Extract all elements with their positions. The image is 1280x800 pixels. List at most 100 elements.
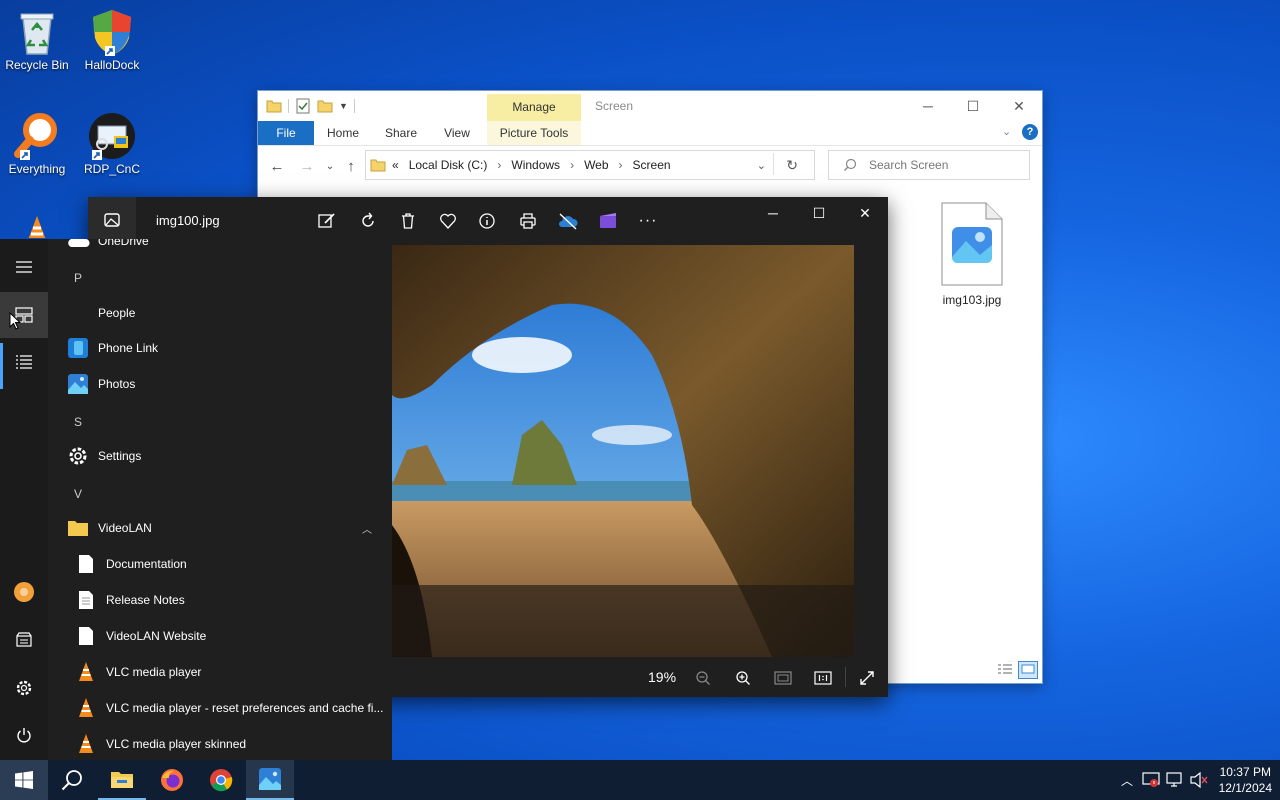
up-button[interactable]: ↑ [339,155,363,179]
favorite-button[interactable] [436,209,460,233]
zoom-out-button[interactable] [692,667,714,689]
search-button[interactable] [48,760,96,800]
show-hidden-icons-button[interactable]: ︿ [1118,760,1136,800]
app-item-release-notes[interactable]: Release Notes [48,582,392,618]
new-folder-icon[interactable] [317,98,333,114]
back-button[interactable]: ← [265,155,289,179]
delete-button[interactable] [396,209,420,233]
desktop-icon-vlc-partial[interactable] [0,214,77,238]
user-account-button[interactable] [0,569,48,615]
letter-header-p[interactable]: P [74,271,82,285]
ribbon-tab-home[interactable]: Home [320,121,366,145]
app-item-vlc-media-player[interactable]: VLC media player [48,654,392,690]
ribbon-tab-share[interactable]: Share [378,121,424,145]
search-box[interactable]: Search Screen [828,150,1030,180]
breadcrumb-web[interactable]: Web [584,158,608,172]
app-label: Release Notes [106,593,185,607]
close-button[interactable]: ✕ [842,197,888,229]
breadcrumb-separator[interactable]: › [497,158,501,172]
tiles-view-button[interactable] [0,292,48,338]
breadcrumb-windows[interactable]: Windows [511,158,560,172]
taskbar-chrome[interactable] [197,760,245,800]
letter-header-s[interactable]: S [74,415,82,429]
print-button[interactable] [516,209,540,233]
taskbar-file-explorer[interactable] [98,760,146,800]
minimize-button[interactable]: ─ [750,197,796,229]
system-clock[interactable]: 10:37 PM 12/1/2024 [1219,764,1272,796]
maximize-button[interactable]: ☐ [950,91,996,121]
network-button[interactable] [1164,760,1186,800]
photos-app-button[interactable] [88,197,136,245]
app-item-vlc-skinned[interactable]: VLC media player skinned [48,726,392,760]
breadcrumb-separator[interactable]: › [619,158,623,172]
start-rail [0,239,48,760]
edit-image-button[interactable] [315,209,339,233]
gear-icon [66,444,90,468]
maximize-button[interactable]: ☐ [796,197,842,229]
network-icon [1166,772,1182,787]
rotate-button[interactable] [356,209,380,233]
desktop-icon-hallodock[interactable]: HalloDock [72,8,152,72]
file-info-button[interactable] [475,209,499,233]
app-item-vlc-reset[interactable]: VLC media player - reset preferences and… [48,690,392,726]
tray-app-icon[interactable] [1140,760,1162,800]
video-editor-button[interactable] [596,209,620,233]
photo-canvas[interactable] [392,245,854,657]
expand-menu-button[interactable] [0,244,48,290]
address-bar[interactable]: « Local Disk (C:) › Windows › Web › Scre… [365,150,815,180]
app-item-settings[interactable]: Settings [48,438,392,474]
full-screen-button[interactable] [856,667,878,689]
all-apps-button[interactable] [0,339,48,385]
ribbon-tab-view[interactable]: View [434,121,480,145]
breadcrumb-overflow[interactable]: « [392,158,399,172]
app-item-phone-link[interactable]: Phone Link [48,330,392,366]
properties-check-icon[interactable] [295,98,311,114]
volume-button[interactable] [1188,760,1210,800]
chevron-down-icon[interactable]: ⌄ [1002,125,1011,138]
settings-button[interactable] [0,665,48,711]
minimize-button[interactable]: ─ [905,91,951,121]
recycle-bin-icon [20,13,54,55]
shield-icon [93,10,131,56]
onedrive-sync-button[interactable] [556,209,580,233]
more-options-button[interactable]: ··· [636,209,660,233]
file-item[interactable]: img103.jpg [928,201,1016,307]
letter-header-v[interactable]: V [74,487,82,501]
ribbon-tab-picture-tools[interactable]: Picture Tools [487,121,581,145]
ribbon-tab-manage[interactable]: Manage [487,94,581,121]
start-menu[interactable]: OneDrive P People Phone Link Photos S Se… [0,239,392,760]
breadcrumb-separator[interactable]: › [570,158,574,172]
desktop-icon-everything[interactable]: Everything [0,112,77,176]
taskbar-photos[interactable] [246,760,294,800]
photos-title-bar[interactable]: img100.jpg ··· ─ ☐ ✕ [88,197,888,245]
desktop-icon-rdp-cnc[interactable]: RDP_CnC [72,112,152,176]
ribbon-tab-file[interactable]: File [258,121,314,145]
help-icon[interactable]: ? [1022,124,1038,140]
vlc-cone-icon [74,732,98,756]
explorer-title-bar[interactable]: ▼ Manage Screen ─ ☐ ✕ [258,91,1042,121]
desktop-icon-recycle-bin[interactable]: Recycle Bin [0,8,77,72]
folder-item-videolan[interactable]: VideoLAN ︿ [48,510,392,546]
start-button[interactable] [0,760,48,800]
actual-size-button[interactable] [812,667,834,689]
breadcrumb-screen[interactable]: Screen [633,158,671,172]
app-item-people[interactable]: People [48,295,392,331]
taskbar-firefox[interactable] [148,760,196,800]
close-button[interactable]: ✕ [996,91,1042,121]
forward-button[interactable]: → [295,155,319,179]
app-item-onedrive[interactable]: OneDrive [48,239,392,259]
chevron-down-icon[interactable]: ⌄ [757,159,766,172]
app-item-videolan-website[interactable]: VideoLAN Website [48,618,392,654]
power-button[interactable] [0,713,48,759]
documents-button[interactable] [0,617,48,663]
breadcrumb-local-disk[interactable]: Local Disk (C:) [409,158,488,172]
fit-to-window-button[interactable] [772,667,794,689]
folder-icon[interactable] [266,98,282,114]
large-icons-view-icon[interactable] [1018,661,1038,679]
app-item-documentation[interactable]: Documentation [48,546,392,582]
zoom-in-button[interactable] [732,667,754,689]
details-view-icon[interactable] [996,661,1014,677]
app-item-photos[interactable]: Photos [48,366,392,402]
refresh-icon[interactable]: ↻ [786,157,798,174]
chevron-down-icon[interactable]: ▼ [339,101,348,111]
